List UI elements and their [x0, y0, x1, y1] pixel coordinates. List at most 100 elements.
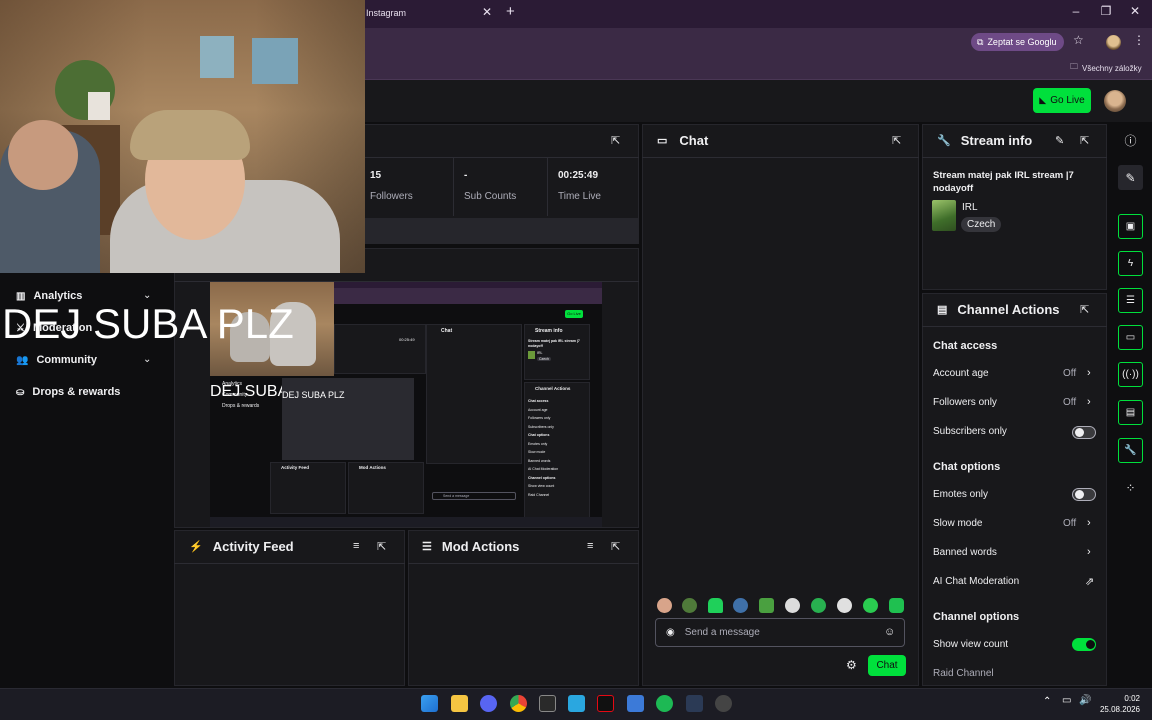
list-icon[interactable]: ☰ [1118, 288, 1143, 313]
webcam-overlay [0, 0, 365, 273]
external-link-icon[interactable]: ⇗ [1085, 575, 1094, 588]
stream-title: Stream matej pak IRL stream |7 nodayoff [933, 170, 1074, 194]
more-actions-icon[interactable]: ⁘ [1118, 475, 1143, 500]
spotify-icon[interactable] [656, 695, 673, 712]
popout-icon[interactable]: ⇱ [377, 540, 386, 553]
browser-menu-icon[interactable]: ⋮ [1133, 33, 1145, 47]
user-avatar[interactable] [1104, 90, 1126, 112]
broadcast-icon[interactable]: ((·)) [1118, 362, 1143, 387]
people-icon: 👥 [16, 354, 29, 366]
slow-mode-label[interactable]: Slow mode [933, 518, 982, 529]
epic-games-icon[interactable] [539, 695, 556, 712]
chat-bubble-icon[interactable]: ▭ [1118, 325, 1143, 350]
category-name[interactable]: IRL [962, 202, 978, 213]
windows-start-icon[interactable] [421, 695, 438, 712]
popout-icon[interactable]: ⇱ [611, 540, 620, 553]
taskbar-clock[interactable]: 0:02 25.08.2026 [1098, 693, 1140, 715]
sidebar-item-community[interactable]: 👥 Community [16, 354, 97, 366]
go-live-button[interactable]: ◣ Go Live [1033, 88, 1091, 113]
mod-actions-header: ☰ Mod Actions [422, 539, 519, 554]
preview-chat-input: Send a message [432, 492, 516, 500]
ask-google-button[interactable]: ⧉ Zeptat se Googlu [971, 33, 1065, 51]
ad-break-icon[interactable]: ▣ [1118, 214, 1143, 239]
subscribers-only-toggle[interactable] [1072, 426, 1096, 439]
panel-divider [922, 157, 1107, 158]
window-maximize-icon[interactable]: ❐ [1096, 4, 1116, 18]
emote-icon[interactable] [708, 598, 723, 613]
chevron-right-icon[interactable]: › [1087, 546, 1091, 558]
chevron-right-icon[interactable]: › [1087, 517, 1091, 529]
preview-activity-feed: Activity Feed [270, 462, 346, 514]
show-view-count-toggle[interactable] [1072, 638, 1096, 651]
emote-icon[interactable] [863, 598, 878, 613]
browser-tab-title[interactable]: Instagram [366, 8, 406, 18]
all-bookmarks-button[interactable]: 🗀 Všechny záložky [1070, 61, 1142, 75]
edit-pencil-icon[interactable]: ✎ [1055, 134, 1064, 147]
app-dark-icon[interactable] [686, 695, 703, 712]
tab-close-icon[interactable]: ✕ [482, 5, 492, 19]
preview-chat: Chat [426, 324, 522, 464]
info-icon[interactable]: ⓘ [1118, 128, 1143, 153]
tray-chevron-icon[interactable]: ⌃ [1043, 696, 1051, 707]
chevron-right-icon[interactable]: › [1087, 367, 1091, 379]
popout-icon[interactable]: ⇱ [1080, 134, 1089, 147]
followers-only-value: Off [1063, 397, 1077, 408]
discord-icon[interactable] [480, 695, 497, 712]
mod-actions-title: Mod Actions [441, 539, 520, 554]
app-window-icon[interactable] [627, 695, 644, 712]
emote-icon[interactable] [759, 598, 774, 613]
obs-icon[interactable] [715, 695, 732, 712]
bits-icon[interactable]: ◉ [666, 627, 675, 638]
emote-icon[interactable] [733, 598, 748, 613]
preview-address-bar [330, 288, 602, 304]
panel-divider [922, 326, 1107, 327]
emote-icon[interactable] [785, 598, 800, 613]
banned-words-label[interactable]: Banned words [933, 547, 997, 558]
chat-title: Chat [679, 133, 709, 148]
emotes-only-toggle[interactable] [1072, 488, 1096, 501]
emote-icon[interactable] [682, 598, 697, 613]
settings-gear-icon[interactable]: ⚙ [846, 658, 857, 672]
network-icon[interactable]: ▭ [1062, 695, 1071, 706]
filter-icon[interactable]: ≡ [587, 540, 593, 552]
new-tab-icon[interactable]: + [506, 3, 515, 20]
app-f-icon[interactable] [568, 695, 585, 712]
emote-icon[interactable] [657, 598, 672, 613]
profile-avatar-icon[interactable] [1106, 35, 1121, 50]
emote-icon[interactable] [889, 598, 904, 613]
chevron-right-icon[interactable]: › [1087, 396, 1091, 408]
emote-icon[interactable] [837, 598, 852, 613]
edit-pencil-icon[interactable]: ✎ [1118, 165, 1143, 190]
subscribers-only-label: Subscribers only [933, 426, 1007, 437]
ai-chat-moderation-label[interactable]: AI Chat Moderation [933, 576, 1019, 587]
channel-actions-icon[interactable]: ▤ [1118, 400, 1143, 425]
file-explorer-icon[interactable] [451, 695, 468, 712]
category-thumbnail [932, 200, 956, 231]
popout-icon[interactable]: ⇱ [611, 134, 620, 147]
stat-divider [453, 158, 454, 216]
sidebar-item-drops[interactable]: ⛀ Drops & rewards [16, 386, 120, 398]
bolt-icon[interactable]: ϟ [1118, 251, 1143, 276]
emote-icon[interactable] [811, 598, 826, 613]
window-close-icon[interactable]: ✕ [1125, 4, 1145, 18]
chevron-down-icon[interactable]: ⌄ [143, 354, 151, 365]
followers-only-label[interactable]: Followers only [933, 397, 997, 408]
chat-message-input[interactable]: ◉ Send a message [655, 618, 905, 647]
bookmark-star-icon[interactable]: ☆ [1073, 33, 1084, 47]
netflix-icon[interactable] [597, 695, 614, 712]
filter-icon[interactable]: ≡ [353, 540, 359, 552]
preview-channel-actions: Channel Actions Chat access Account age … [524, 382, 590, 522]
account-age-label[interactable]: Account age [933, 368, 989, 379]
chat-send-button[interactable]: Chat [868, 655, 906, 676]
volume-icon[interactable]: 🔊 [1079, 695, 1091, 706]
sub-count-label: Sub Counts [464, 191, 517, 202]
time-live-value: 00:25:49 [558, 170, 599, 181]
popout-icon[interactable]: ⇱ [892, 134, 901, 147]
language-tag[interactable]: Czech [961, 217, 1002, 232]
wrench-icon[interactable]: 🔧 [1118, 438, 1143, 463]
window-minimize-icon[interactable]: – [1066, 4, 1086, 18]
popout-icon[interactable]: ⇱ [1080, 303, 1089, 316]
chrome-icon[interactable] [510, 695, 527, 712]
emoji-icon[interactable]: ☺ [884, 626, 895, 638]
raid-channel-label[interactable]: Raid Channel [933, 668, 994, 679]
